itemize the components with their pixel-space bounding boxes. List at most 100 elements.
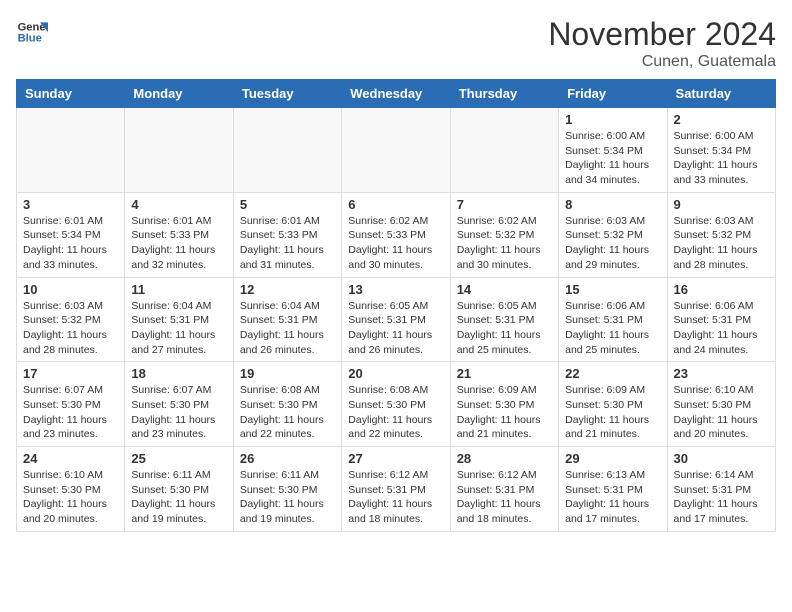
calendar-header-tuesday: Tuesday <box>233 80 341 108</box>
calendar-cell <box>342 108 450 193</box>
logo: General Blue <box>16 16 48 48</box>
day-info: Sunrise: 6:07 AM Sunset: 5:30 PM Dayligh… <box>23 383 118 442</box>
location: Cunen, Guatemala <box>548 53 776 71</box>
calendar-week-4: 24 Sunrise: 6:10 AM Sunset: 5:30 PM Dayli… <box>17 447 776 532</box>
day-number: 7 <box>457 197 552 212</box>
page-header: General Blue November 2024 Cunen, Guatem… <box>16 16 776 71</box>
day-info: Sunrise: 6:05 AM Sunset: 5:31 PM Dayligh… <box>457 299 552 358</box>
day-info: Sunrise: 6:12 AM Sunset: 5:31 PM Dayligh… <box>457 468 552 527</box>
day-number: 16 <box>674 282 769 297</box>
calendar-cell: 29 Sunrise: 6:13 AM Sunset: 5:31 PM Dayli… <box>559 447 667 532</box>
day-number: 5 <box>240 197 335 212</box>
calendar-week-3: 17 Sunrise: 6:07 AM Sunset: 5:30 PM Dayli… <box>17 362 776 447</box>
calendar-cell: 24 Sunrise: 6:10 AM Sunset: 5:30 PM Dayli… <box>17 447 125 532</box>
month-title: November 2024 <box>548 16 776 53</box>
day-number: 6 <box>348 197 443 212</box>
calendar-cell: 26 Sunrise: 6:11 AM Sunset: 5:30 PM Dayli… <box>233 447 341 532</box>
calendar-header-sunday: Sunday <box>17 80 125 108</box>
calendar-cell: 23 Sunrise: 6:10 AM Sunset: 5:30 PM Dayli… <box>667 362 775 447</box>
day-info: Sunrise: 6:00 AM Sunset: 5:34 PM Dayligh… <box>674 129 769 188</box>
calendar-cell: 7 Sunrise: 6:02 AM Sunset: 5:32 PM Daylig… <box>450 192 558 277</box>
calendar-cell <box>450 108 558 193</box>
day-number: 20 <box>348 366 443 381</box>
day-info: Sunrise: 6:07 AM Sunset: 5:30 PM Dayligh… <box>131 383 226 442</box>
day-info: Sunrise: 6:10 AM Sunset: 5:30 PM Dayligh… <box>674 383 769 442</box>
calendar-header-saturday: Saturday <box>667 80 775 108</box>
day-number: 15 <box>565 282 660 297</box>
day-info: Sunrise: 6:03 AM Sunset: 5:32 PM Dayligh… <box>23 299 118 358</box>
day-number: 9 <box>674 197 769 212</box>
day-info: Sunrise: 6:14 AM Sunset: 5:31 PM Dayligh… <box>674 468 769 527</box>
calendar-cell: 8 Sunrise: 6:03 AM Sunset: 5:32 PM Daylig… <box>559 192 667 277</box>
calendar-cell: 14 Sunrise: 6:05 AM Sunset: 5:31 PM Dayli… <box>450 277 558 362</box>
day-info: Sunrise: 6:01 AM Sunset: 5:33 PM Dayligh… <box>240 214 335 273</box>
calendar-cell: 22 Sunrise: 6:09 AM Sunset: 5:30 PM Dayli… <box>559 362 667 447</box>
calendar-header-row: SundayMondayTuesdayWednesdayThursdayFrid… <box>17 80 776 108</box>
day-number: 27 <box>348 451 443 466</box>
calendar-cell: 13 Sunrise: 6:05 AM Sunset: 5:31 PM Dayli… <box>342 277 450 362</box>
day-number: 23 <box>674 366 769 381</box>
calendar-cell: 27Sunrise: 6:12 AM Sunset: 5:31 PM Dayli… <box>342 447 450 532</box>
day-info: Sunrise: 6:05 AM Sunset: 5:31 PM Dayligh… <box>348 299 443 358</box>
day-number: 14 <box>457 282 552 297</box>
day-number: 8 <box>565 197 660 212</box>
day-number: 24 <box>23 451 118 466</box>
calendar-header-wednesday: Wednesday <box>342 80 450 108</box>
day-info: Sunrise: 6:09 AM Sunset: 5:30 PM Dayligh… <box>457 383 552 442</box>
calendar-table: SundayMondayTuesdayWednesdayThursdayFrid… <box>16 79 776 532</box>
calendar-cell: 1 Sunrise: 6:00 AM Sunset: 5:34 PM Daylig… <box>559 108 667 193</box>
title-block: November 2024 Cunen, Guatemala <box>548 16 776 71</box>
day-number: 1 <box>565 112 660 127</box>
day-number: 28 <box>457 451 552 466</box>
day-info: Sunrise: 6:01 AM Sunset: 5:33 PM Dayligh… <box>131 214 226 273</box>
logo-icon: General Blue <box>16 16 48 48</box>
day-info: Sunrise: 6:03 AM Sunset: 5:32 PM Dayligh… <box>674 214 769 273</box>
day-number: 29 <box>565 451 660 466</box>
day-info: Sunrise: 6:11 AM Sunset: 5:30 PM Dayligh… <box>240 468 335 527</box>
calendar-cell: 16 Sunrise: 6:06 AM Sunset: 5:31 PM Dayli… <box>667 277 775 362</box>
svg-text:Blue: Blue <box>18 33 42 45</box>
day-number: 26 <box>240 451 335 466</box>
day-info: Sunrise: 6:00 AM Sunset: 5:34 PM Dayligh… <box>565 129 660 188</box>
calendar-cell: 28 Sunrise: 6:12 AM Sunset: 5:31 PM Dayli… <box>450 447 558 532</box>
calendar-cell <box>233 108 341 193</box>
calendar-cell: 17 Sunrise: 6:07 AM Sunset: 5:30 PM Dayli… <box>17 362 125 447</box>
day-number: 13 <box>348 282 443 297</box>
calendar-cell: 21 Sunrise: 6:09 AM Sunset: 5:30 PM Dayli… <box>450 362 558 447</box>
calendar-cell: 12 Sunrise: 6:04 AM Sunset: 5:31 PM Dayli… <box>233 277 341 362</box>
calendar-cell: 11Sunrise: 6:04 AM Sunset: 5:31 PM Dayli… <box>125 277 233 362</box>
calendar-cell: 3 Sunrise: 6:01 AM Sunset: 5:34 PM Daylig… <box>17 192 125 277</box>
day-info: Sunrise: 6:03 AM Sunset: 5:32 PM Dayligh… <box>565 214 660 273</box>
calendar-week-0: 1 Sunrise: 6:00 AM Sunset: 5:34 PM Daylig… <box>17 108 776 193</box>
day-number: 10 <box>23 282 118 297</box>
day-number: 18 <box>131 366 226 381</box>
calendar-week-2: 10 Sunrise: 6:03 AM Sunset: 5:32 PM Dayli… <box>17 277 776 362</box>
calendar-cell: 6Sunrise: 6:02 AM Sunset: 5:33 PM Daylig… <box>342 192 450 277</box>
calendar-cell: 10 Sunrise: 6:03 AM Sunset: 5:32 PM Dayli… <box>17 277 125 362</box>
day-info: Sunrise: 6:09 AM Sunset: 5:30 PM Dayligh… <box>565 383 660 442</box>
day-info: Sunrise: 6:08 AM Sunset: 5:30 PM Dayligh… <box>240 383 335 442</box>
day-info: Sunrise: 6:02 AM Sunset: 5:32 PM Dayligh… <box>457 214 552 273</box>
calendar-header-monday: Monday <box>125 80 233 108</box>
day-number: 17 <box>23 366 118 381</box>
day-info: Sunrise: 6:11 AM Sunset: 5:30 PM Dayligh… <box>131 468 226 527</box>
day-number: 30 <box>674 451 769 466</box>
calendar-cell: 2Sunrise: 6:00 AM Sunset: 5:34 PM Daylig… <box>667 108 775 193</box>
calendar-cell: 25Sunrise: 6:11 AM Sunset: 5:30 PM Dayli… <box>125 447 233 532</box>
day-info: Sunrise: 6:13 AM Sunset: 5:31 PM Dayligh… <box>565 468 660 527</box>
day-info: Sunrise: 6:10 AM Sunset: 5:30 PM Dayligh… <box>23 468 118 527</box>
calendar-header-thursday: Thursday <box>450 80 558 108</box>
day-info: Sunrise: 6:06 AM Sunset: 5:31 PM Dayligh… <box>674 299 769 358</box>
day-number: 4 <box>131 197 226 212</box>
day-info: Sunrise: 6:01 AM Sunset: 5:34 PM Dayligh… <box>23 214 118 273</box>
day-number: 21 <box>457 366 552 381</box>
day-number: 11 <box>131 282 226 297</box>
day-number: 12 <box>240 282 335 297</box>
calendar-cell: 30 Sunrise: 6:14 AM Sunset: 5:31 PM Dayli… <box>667 447 775 532</box>
day-number: 22 <box>565 366 660 381</box>
day-info: Sunrise: 6:06 AM Sunset: 5:31 PM Dayligh… <box>565 299 660 358</box>
calendar-cell: 9 Sunrise: 6:03 AM Sunset: 5:32 PM Daylig… <box>667 192 775 277</box>
day-number: 3 <box>23 197 118 212</box>
calendar-cell: 15 Sunrise: 6:06 AM Sunset: 5:31 PM Dayli… <box>559 277 667 362</box>
day-info: Sunrise: 6:04 AM Sunset: 5:31 PM Dayligh… <box>240 299 335 358</box>
